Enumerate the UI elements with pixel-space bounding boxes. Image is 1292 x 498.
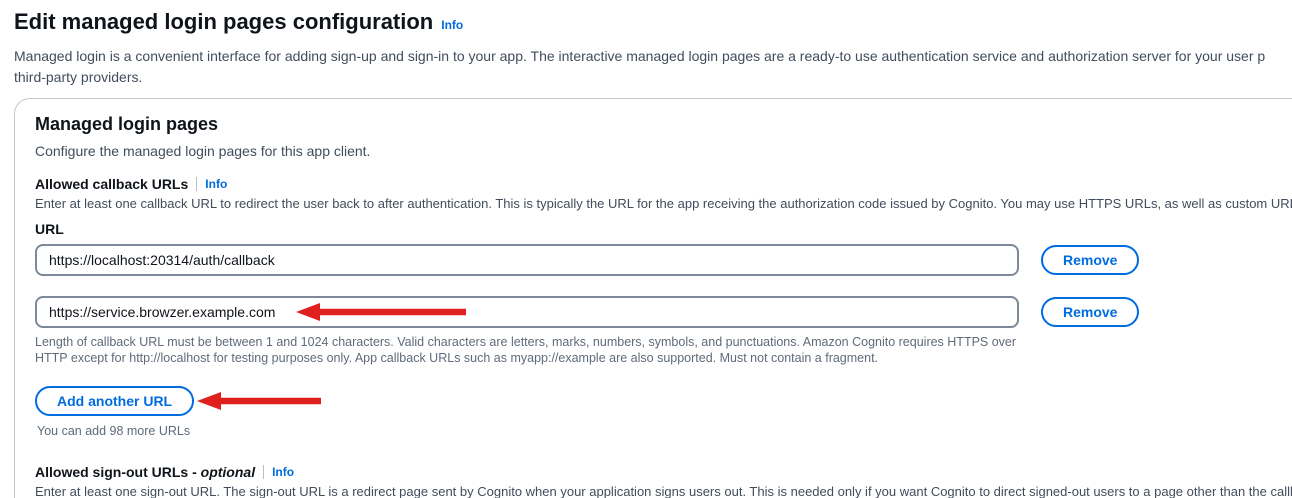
signout-info-link[interactable]: Info: [272, 465, 294, 479]
url-column-label: URL: [35, 220, 1292, 238]
add-another-url-button[interactable]: Add another URL: [35, 386, 194, 416]
allowed-signout-urls-header: Allowed sign-out URLs - optional Info: [35, 463, 1292, 481]
allowed-signout-urls-label: Allowed sign-out URLs - optional: [35, 463, 255, 481]
signout-label-text: Allowed sign-out URLs -: [35, 464, 197, 480]
callback-constraint-text: Length of callback URL must be between 1…: [35, 334, 1030, 366]
label-divider: [196, 177, 197, 191]
label-divider: [263, 465, 264, 479]
add-url-row: Add another URL: [35, 386, 1292, 416]
callback-url-row-2: Remove: [35, 296, 1292, 328]
add-url-hint: You can add 98 more URLs: [37, 423, 1292, 439]
remove-url-button-1[interactable]: Remove: [1041, 245, 1139, 275]
callback-description: Enter at least one callback URL to redir…: [35, 195, 1292, 213]
card-title: Managed login pages: [35, 113, 1292, 135]
page-header: Edit managed login pages configuration In…: [0, 9, 1292, 88]
remove-url-button-2[interactable]: Remove: [1041, 297, 1139, 327]
callback-url-row-1: Remove: [35, 244, 1292, 276]
callback-url-input-1[interactable]: [35, 244, 1019, 276]
allowed-callback-urls-label: Allowed callback URLs: [35, 175, 188, 193]
page-title-row: Edit managed login pages configuration In…: [14, 9, 1292, 38]
page: Edit managed login pages configuration In…: [0, 0, 1292, 498]
signout-optional-text: optional: [201, 464, 255, 480]
page-description-line1: Managed login is a convenient interface …: [14, 46, 1292, 67]
red-annotation-arrow-icon: [197, 391, 321, 411]
page-description-line2: third-party providers.: [14, 67, 1292, 88]
page-info-link[interactable]: Info: [441, 18, 463, 32]
allowed-callback-urls-header: Allowed callback URLs Info: [35, 175, 1292, 193]
signout-description: Enter at least one sign-out URL. The sig…: [35, 483, 1292, 498]
managed-login-pages-card: Managed login pages Configure the manage…: [14, 98, 1292, 498]
page-title: Edit managed login pages configuration: [14, 9, 433, 34]
callback-url-input-2[interactable]: [35, 296, 1019, 328]
callback-info-link[interactable]: Info: [205, 177, 227, 191]
card-subtitle: Configure the managed login pages for th…: [35, 141, 1292, 161]
